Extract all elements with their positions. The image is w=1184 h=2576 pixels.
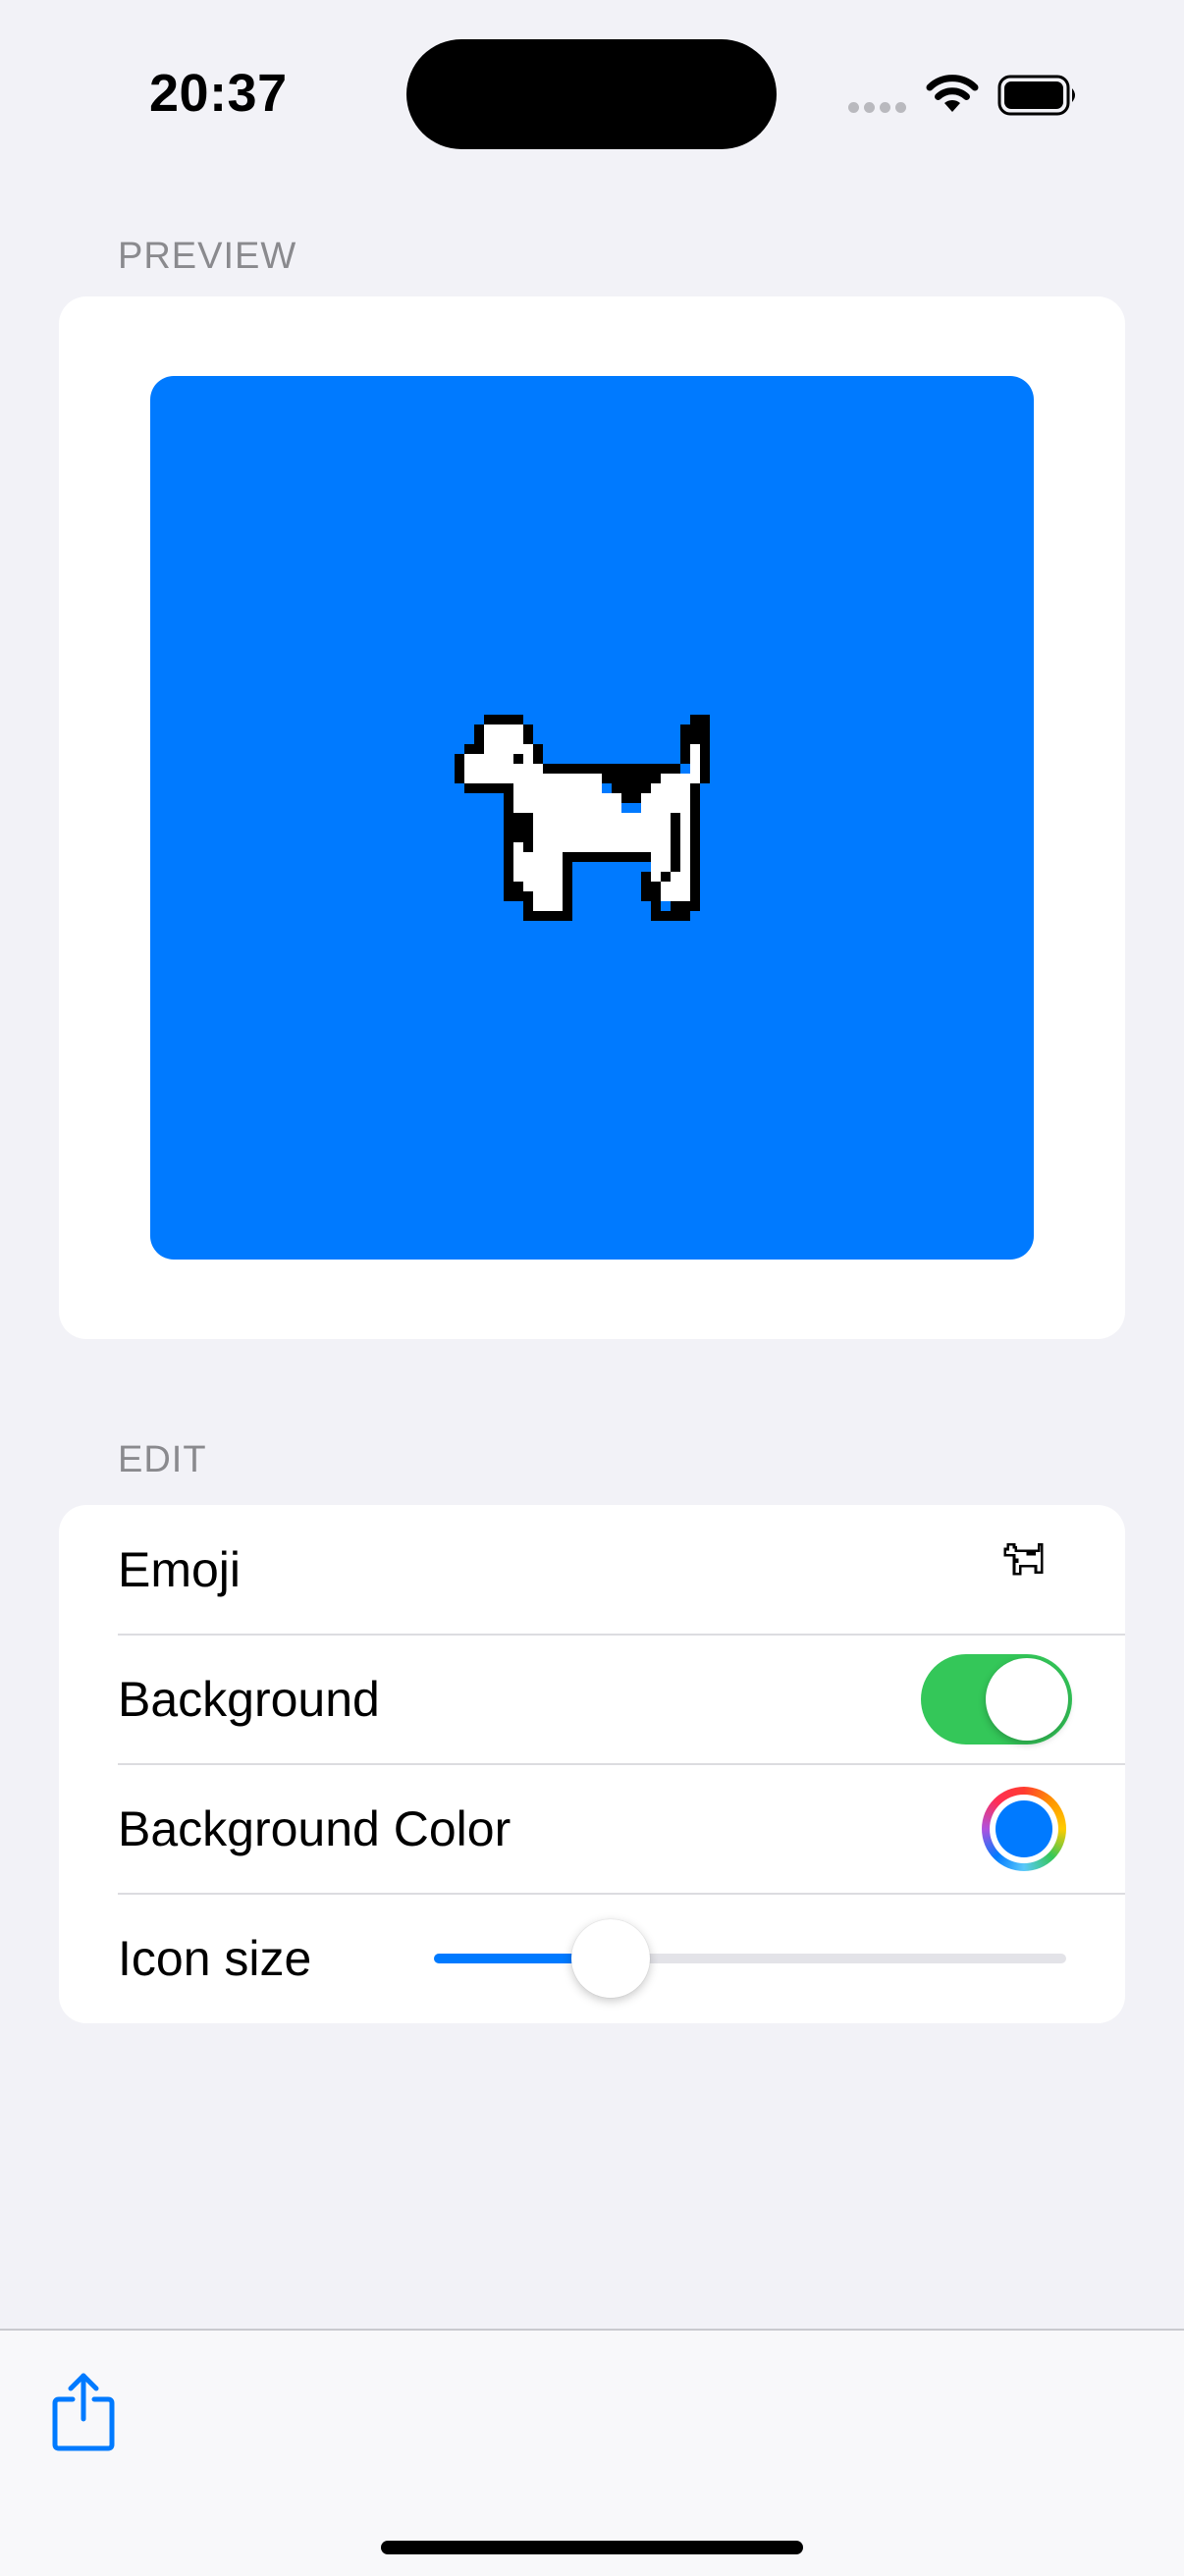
dog-icon[interactable] (1003, 1542, 1047, 1578)
icon-preview-tile (150, 376, 1034, 1260)
icon-size-slider[interactable] (434, 1894, 1066, 2023)
status-time: 20:37 (149, 64, 288, 123)
background-label: Background (118, 1672, 380, 1727)
background-color-label: Background Color (118, 1801, 511, 1856)
emoji-label: Emoji (118, 1542, 242, 1597)
dynamic-island (406, 39, 777, 149)
toggle-knob (986, 1658, 1068, 1741)
preview-section-header: PREVIEW (118, 236, 297, 277)
color-well-swatch (996, 1800, 1052, 1857)
wifi-icon (926, 75, 979, 112)
edit-section-header: EDIT (118, 1439, 207, 1480)
background-color-row: Background Color (59, 1764, 1125, 1894)
preview-card (59, 296, 1125, 1339)
home-indicator (381, 2541, 803, 2554)
slider-thumb[interactable] (571, 1919, 651, 1998)
dog-icon (455, 715, 710, 921)
emoji-row[interactable]: Emoji (59, 1505, 1125, 1635)
cellular-signal-icon (848, 102, 907, 116)
background-toggle[interactable] (921, 1654, 1072, 1744)
bottom-toolbar (0, 2329, 1184, 2576)
color-picker-well[interactable] (982, 1787, 1066, 1871)
background-row: Background (59, 1635, 1125, 1764)
share-icon[interactable] (49, 2370, 118, 2452)
icon-size-label: Icon size (118, 1931, 312, 1986)
icon-size-row: Icon size (59, 1894, 1125, 2023)
battery-icon (997, 75, 1075, 116)
edit-card: Emoji Background Background Color Icon s… (59, 1505, 1125, 2023)
